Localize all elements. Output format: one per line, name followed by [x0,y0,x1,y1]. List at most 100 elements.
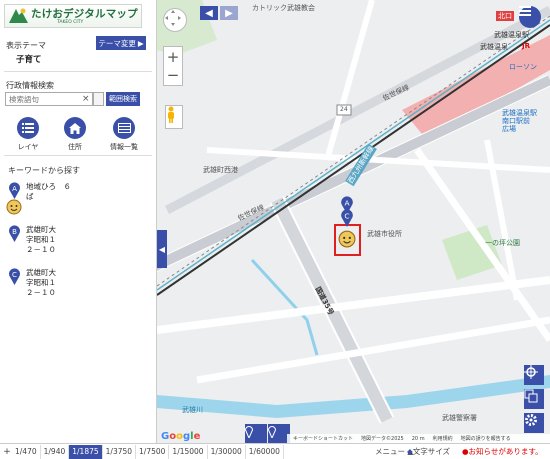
marker-a-icon: A [9,182,20,199]
layer-label: レイヤ [17,143,39,151]
map-pin-icon [268,426,276,438]
address-button[interactable]: 住所 [60,117,90,152]
logo-mark-icon [9,8,28,23]
map-pin-icon [245,426,253,438]
settings-button[interactable] [524,413,544,433]
scale-option[interactable]: 1/15000 [169,444,208,459]
scale-option-active[interactable]: 1/1875 [69,444,103,459]
result-line: 武雄町大 [26,225,56,234]
report-link[interactable]: 地図の誤りを報告する [461,435,511,442]
pegman-icon [168,106,174,123]
info-list-button[interactable]: 情報一覧 [109,117,139,152]
result-text: 武雄町大 字昭和１ ２－１０ [26,268,56,298]
kencho-label: 武雄町西港 [203,166,238,174]
keyword-search-label: キーワードから探す [8,166,80,175]
app-subtitle: TAKEO CITY [57,19,84,25]
hamburger-icon [519,6,531,16]
scale-option[interactable]: 1/470 [12,444,41,459]
scale-option[interactable]: 1/940 [41,444,70,459]
search-input[interactable] [5,92,93,106]
app-title: たけおデジタルマップ [31,7,138,20]
list-item[interactable]: C 武雄町大 字昭和１ ２－１０ [6,268,146,304]
city-hall-label: 武雄市役所 [367,230,402,238]
text-size-button[interactable]: ◆文字サイズ [407,446,450,457]
scale-option[interactable]: 1/30000 [208,444,246,459]
scale-option[interactable]: 1/7500 [136,444,170,459]
sidebar-collapse-button[interactable]: ◀ [157,230,167,268]
scale-option[interactable]: 1/3750 [103,444,137,459]
gear-icon [525,414,537,426]
scale-bar: + 1/470 1/940 1/1875 1/3750 1/7500 1/150… [0,443,550,459]
play-arrow-icon: ▶ [137,38,144,48]
river-label: 武雄川 [182,406,203,414]
main-menu-button[interactable] [519,6,541,28]
map-canvas[interactable]: カトリック武雄教会 北口 武雄温泉駅 武雄温泉 JR ローソン 武雄温泉駅 南口… [157,0,550,443]
zoom-out-button[interactable]: − [167,66,180,84]
divider [4,71,152,72]
divider [4,155,152,156]
police-label: 武雄警察署 [442,414,477,422]
street-view-button[interactable] [165,105,183,129]
text-size-label: 文字サイズ [412,447,451,456]
marker-b-icon: B [9,225,20,242]
marker-c-icon: C [9,268,20,285]
info-list-label: 情報一覧 [110,143,138,151]
table-icon [113,117,135,139]
overview-map-button[interactable] [524,389,544,409]
svg-text:B: B [12,228,17,236]
childcare-facility-icon[interactable] [338,230,356,248]
layer-button[interactable]: レイヤ [13,117,43,152]
home-icon [64,117,86,139]
list-icon [17,117,39,139]
result-line: ば [26,192,34,201]
map-attribution: キーボードショートカット 地図データ©2025 20 m 利用規約 地図の誤りを… [287,434,550,443]
sidebar: たけおデジタルマップ TAKEO CITY 表示テーマ テーマ変更 ▶ 子育て … [0,0,157,443]
zoom-in-button[interactable]: + [167,48,180,66]
south-exit-label-3: 広場 [502,125,516,133]
history-forward-button[interactable]: ▶ [220,6,238,20]
scale-plus-icon[interactable]: + [2,447,12,457]
station-label: 武雄温泉駅 [494,31,529,39]
scale-text: 20 m [411,435,425,442]
result-text: 地域ひろ ６ば [26,182,71,202]
list-item[interactable]: B 武雄町大 字昭和１ ２－１０ [6,225,146,261]
copy-window-icon [524,389,538,403]
svg-text:C: C [344,212,349,221]
admin-search-label: 行政情報検索 [6,81,54,90]
scale-option[interactable]: 1/60000 [246,444,284,459]
list-item[interactable]: A 地域ひろ ６ば [6,182,146,217]
chevron-left-icon: ◀ [158,244,166,254]
pan-arrows-icon [165,10,181,26]
terms-link[interactable]: 利用規約 [433,435,453,442]
theme-change-button[interactable]: テーマ変更 ▶ [96,36,146,50]
result-line: 武雄町大 [26,268,56,277]
app-logo[interactable]: たけおデジタルマップ TAKEO CITY [4,4,142,28]
result-line: ２－１０ [26,245,56,254]
park-label: 一の坪公園 [485,239,520,247]
clear-icon[interactable]: × [82,93,90,105]
result-line: 地域ひろ ６ [26,182,71,191]
crosshair-icon [524,365,538,379]
current-location-button[interactable] [524,365,544,385]
station-label-2: 武雄温泉 [480,43,508,51]
google-logo: Google [161,431,201,442]
address-label: 住所 [68,143,82,151]
pan-control[interactable] [163,8,187,32]
result-line: 字昭和１ [26,278,56,287]
theme-value: 子育て [16,55,42,65]
keyboard-shortcut-link[interactable]: キーボードショートカット [293,435,353,442]
result-line: ２－１０ [26,288,56,297]
church-label: カトリック武雄教会 [252,4,315,12]
menu-label: メニュー [375,447,405,456]
notice-link[interactable]: ●お知らせがあります。 [462,446,543,457]
range-search-button[interactable]: 範囲検索 [106,92,140,106]
history-back-button[interactable]: ◀ [200,6,218,20]
lawson-label: ローソン [509,63,537,71]
zoom-control: + − [163,46,183,86]
result-line: 字昭和１ [26,235,56,244]
pin-filter-button-1[interactable] [245,424,267,443]
search-option-dropdown[interactable] [93,92,104,106]
theme-label: 表示テーマ [6,41,46,50]
map-marker-c[interactable]: C [340,209,354,227]
childcare-face-icon [6,199,22,215]
